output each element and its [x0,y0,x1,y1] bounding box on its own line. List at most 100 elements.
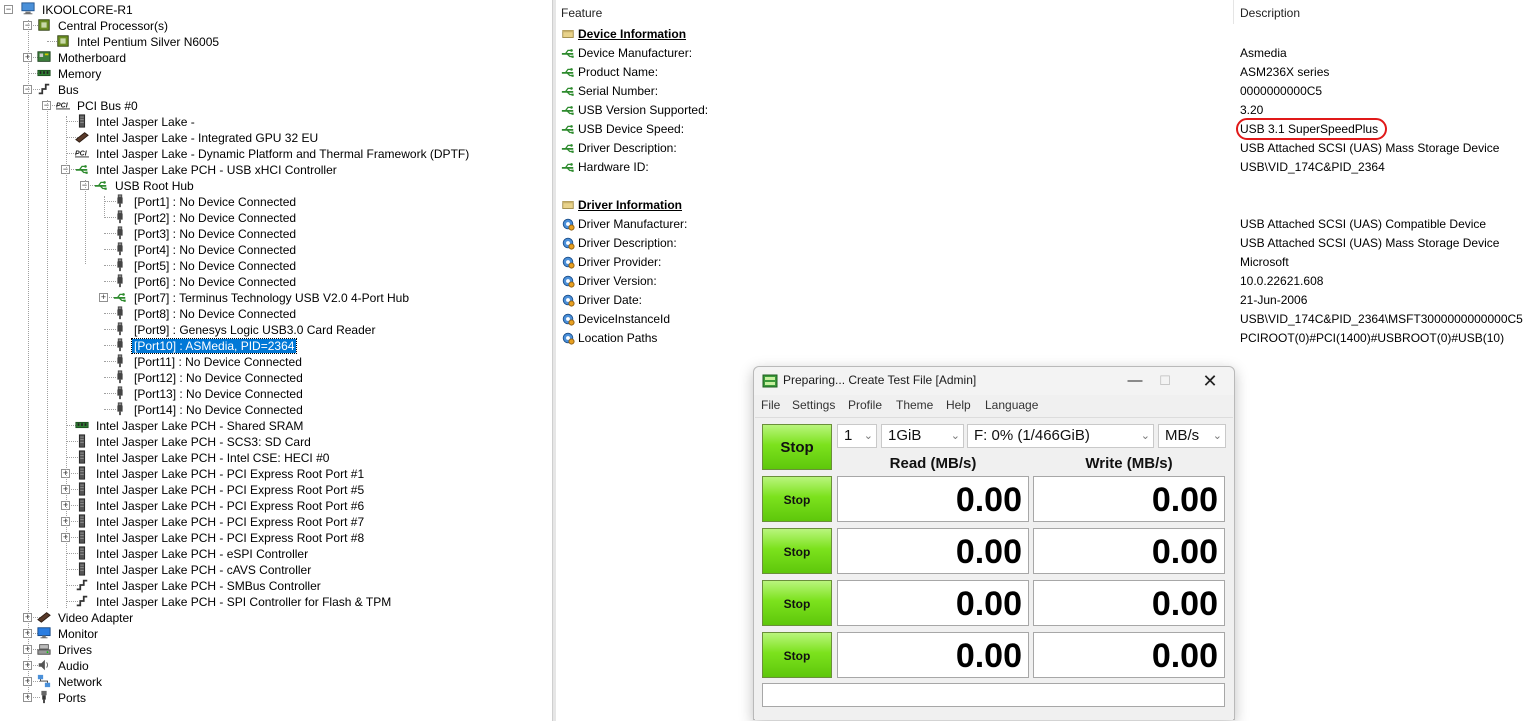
tree-node[interactable]: [Port4] : No Device Connected [112,241,298,257]
menu-help[interactable]: Help [946,398,971,412]
menu-file[interactable]: File [761,398,780,412]
expand-toggle[interactable]: + [99,293,108,302]
tree-node[interactable]: Intel Jasper Lake PCH - USB xHCI Control… [74,161,339,177]
list-row-value[interactable]: USB Attached SCSI (UAS) Compatible Devic… [1240,215,1486,234]
tree-node[interactable]: Intel Jasper Lake PCH - Intel CSE: HECI … [74,449,331,465]
menu-profile[interactable]: Profile [848,398,882,412]
list-row-feature[interactable]: Product Name: [560,63,658,82]
title-bar[interactable]: Preparing... Create Test File [Admin] — … [754,367,1234,395]
tree-node[interactable]: Intel Jasper Lake PCH - PCI Express Root… [74,513,366,529]
tree-node[interactable]: USB Root Hub [93,177,196,193]
stop-all-button[interactable]: Stop [762,424,832,470]
list-section-header[interactable]: Driver Information [560,196,682,215]
tree-node[interactable]: [Port10] : ASMedia, PID=2364 [112,337,298,354]
test-size-select[interactable]: 1GiB ⌄ [881,424,964,448]
tree-node[interactable]: [Port5] : No Device Connected [112,257,298,273]
list-row-feature[interactable]: Driver Version: [560,272,657,291]
list-row-value[interactable]: Microsoft [1240,253,1289,272]
list-row-value[interactable]: USB Attached SCSI (UAS) Mass Storage Dev… [1240,139,1499,158]
list-row-value[interactable]: 0000000000C5 [1240,82,1322,101]
unit-select[interactable]: MB/s ⌄ [1158,424,1226,448]
list-row-value[interactable]: ASM236X series [1240,63,1329,82]
stop-row-button[interactable]: Stop [762,476,832,522]
test-drive-select[interactable]: F: 0% (1/466GiB) ⌄ [967,424,1154,448]
tree-node[interactable]: [Port1] : No Device Connected [112,193,298,209]
list-row-value[interactable]: USB\VID_174C&PID_2364 [1240,158,1385,177]
tree-node[interactable]: Intel Jasper Lake PCH - SCS3: SD Card [74,433,313,449]
close-button[interactable]: ✕ [1195,370,1225,392]
tree-node[interactable]: Audio [36,657,91,673]
tree-node[interactable]: [Port3] : No Device Connected [112,225,298,241]
list-row-value[interactable]: 10.0.22621.608 [1240,272,1323,291]
tree-node[interactable]: Intel Jasper Lake PCH - cAVS Controller [74,561,313,577]
tree-node[interactable]: [Port8] : No Device Connected [112,305,298,321]
tree-node[interactable]: [Port12] : No Device Connected [112,369,305,385]
column-header-divider[interactable] [1233,0,1234,24]
menu-theme[interactable]: Theme [896,398,933,412]
tree-node[interactable]: [Port13] : No Device Connected [112,385,305,401]
stop-row-button[interactable]: Stop [762,580,832,626]
tree-node[interactable]: Bus [36,81,81,97]
list-row-feature[interactable]: Driver Manufacturer: [560,215,687,234]
tree-node[interactable]: [Port9] : Genesys Logic USB3.0 Card Read… [112,321,377,337]
list-row-feature[interactable]: Location Paths [560,329,657,348]
tree-node[interactable]: Intel Jasper Lake PCH - PCI Express Root… [74,497,366,513]
test-count-select[interactable]: 1 ⌄ [837,424,877,448]
usb-icon [112,290,128,304]
tree-node[interactable]: Video Adapter [36,609,135,625]
tree-node[interactable]: Drives [36,641,94,657]
device-tree[interactable]: − IKOOLCORE-R1− Central Processor(s) Intel … [0,0,552,721]
tree-node[interactable]: Network [36,673,104,689]
tree-node[interactable]: [Port7] : Terminus Technology USB V2.0 4… [112,289,411,305]
tree-node[interactable]: Intel Jasper Lake - [74,113,197,129]
menu-language[interactable]: Language [985,398,1038,412]
tree-node[interactable]: Monitor [36,625,100,641]
tree-node[interactable]: [Port14] : No Device Connected [112,401,305,417]
stop-row-button[interactable]: Stop [762,528,832,574]
stop-row-button[interactable]: Stop [762,632,832,678]
tree-node[interactable]: Intel Jasper Lake PCH - PCI Express Root… [74,465,366,481]
list-section-header[interactable]: Device Information [560,25,686,44]
tree-node[interactable]: Memory [36,65,103,81]
tree-node[interactable]: Ports [36,689,88,705]
tree-node[interactable]: Intel Jasper Lake PCH - PCI Express Root… [74,529,366,545]
list-row-value[interactable]: USB Attached SCSI (UAS) Mass Storage Dev… [1240,234,1499,253]
list-row-feature[interactable]: Driver Description: [560,139,677,158]
tree-node[interactable]: Intel Jasper Lake PCH - PCI Express Root… [74,481,366,497]
minimize-button[interactable]: — [1120,370,1150,392]
list-row-feature[interactable]: Serial Number: [560,82,658,101]
collapse-toggle[interactable]: − [4,5,13,14]
tree-node[interactable]: PCI Intel Jasper Lake - Dynamic Platform … [74,145,471,161]
list-row-value[interactable]: Asmedia [1240,44,1287,63]
list-row-feature[interactable]: Driver Date: [560,291,642,310]
feature-label: DeviceInstanceId [578,312,671,326]
list-row-value[interactable]: PCIROOT(0)#PCI(1400)#USBROOT(0)#USB(10) [1240,329,1504,348]
tree-node[interactable]: Intel Jasper Lake PCH - Shared SRAM [74,417,305,433]
tree-node[interactable]: [Port6] : No Device Connected [112,273,298,289]
list-row-feature[interactable]: Driver Provider: [560,253,661,272]
tree-node[interactable]: [Port2] : No Device Connected [112,209,298,225]
list-row-feature[interactable]: USB Device Speed: [560,120,684,139]
list-row-feature[interactable]: USB Version Supported: [560,101,708,120]
list-row-value[interactable]: 21-Jun-2006 [1240,291,1307,310]
tree-node[interactable]: Intel Jasper Lake PCH - SMBus Controller [74,577,323,593]
tree-node[interactable]: IKOOLCORE-R1 [20,1,135,17]
list-row-feature[interactable]: Hardware ID: [560,158,649,177]
tree-node[interactable]: [Port11] : No Device Connected [112,353,304,369]
pci-icon: PCI [55,98,71,112]
maximize-button[interactable]: ☐ [1150,370,1180,392]
tree-node[interactable]: Motherboard [36,49,128,65]
tree-node[interactable]: Intel Jasper Lake - Integrated GPU 32 EU [74,129,320,145]
list-row-feature[interactable]: Driver Description: [560,234,677,253]
tree-node[interactable]: PCI PCI Bus #0 [55,97,140,113]
tree-node[interactable]: Intel Pentium Silver N6005 [55,33,221,49]
tree-node[interactable]: Intel Jasper Lake PCH - SPI Controller f… [74,593,393,609]
column-header-description[interactable]: Description [1240,0,1300,24]
column-header-feature[interactable]: Feature [561,0,602,24]
tree-node[interactable]: Central Processor(s) [36,17,170,33]
list-row-feature[interactable]: Device Manufacturer: [560,44,692,63]
menu-settings[interactable]: Settings [792,398,835,412]
list-row-feature[interactable]: DeviceInstanceId [560,310,670,329]
tree-node[interactable]: Intel Jasper Lake PCH - eSPI Controller [74,545,310,561]
list-row-value[interactable]: USB\VID_174C&PID_2364\MSFT3000000000000C… [1240,310,1523,329]
